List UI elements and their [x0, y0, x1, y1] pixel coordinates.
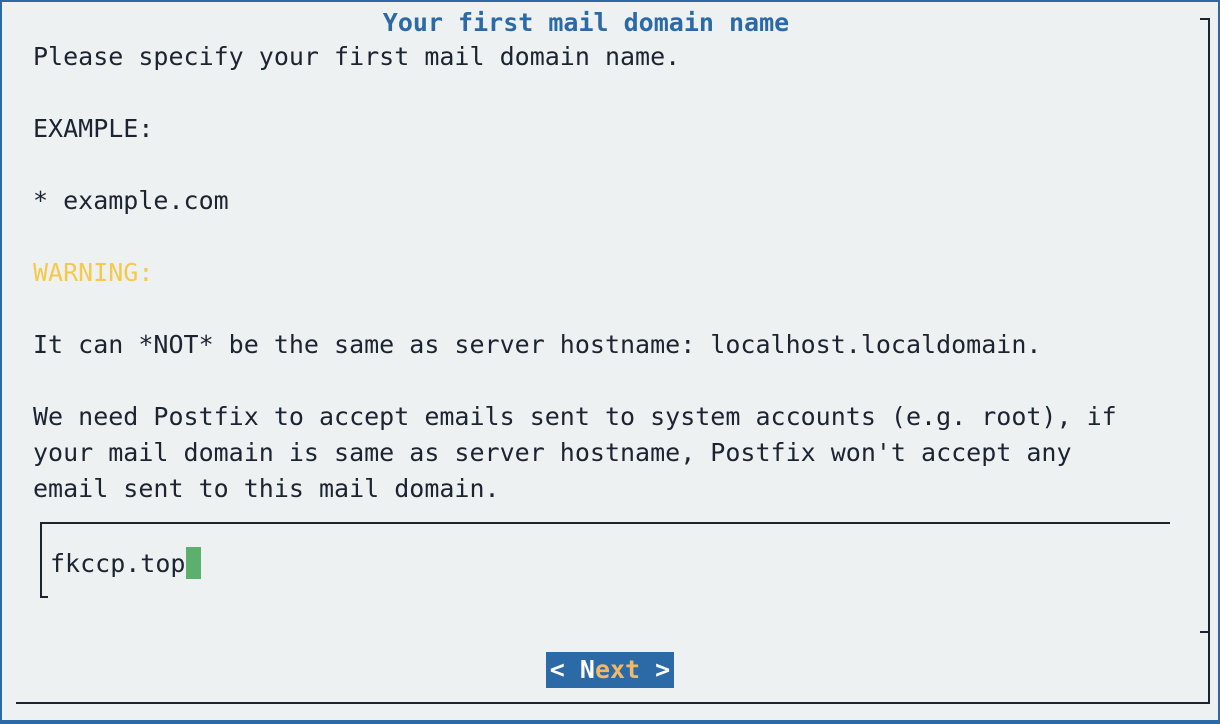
next-button-right-bracket: > [640, 655, 671, 684]
text-cursor [186, 547, 202, 579]
next-button-hotkey: N [579, 655, 595, 684]
input-frame-left [40, 522, 42, 598]
dialog-title: Your first mail domain name [2, 8, 1170, 38]
mail-domain-input[interactable]: fkccp.top [40, 522, 1170, 602]
example-item: * example.com [33, 186, 229, 215]
example-heading: EXAMPLE: [33, 114, 154, 143]
dialog-frame-top-right-tick [1200, 18, 1210, 20]
input-frame-top [40, 522, 1170, 524]
mail-domain-input-value: fkccp.top [50, 549, 186, 578]
explanation-line-1: We need Postfix to accept emails sent to… [33, 402, 1117, 431]
input-frame-bottom-tick [40, 596, 48, 598]
explanation-line-3: email sent to this mail domain. [33, 474, 500, 503]
next-button[interactable]: < Next > [546, 652, 674, 688]
hostname-note: It can *NOT* be the same as server hostn… [33, 330, 1042, 359]
mail-domain-dialog: Your first mail domain name Please speci… [2, 2, 1218, 720]
dialog-frame-right [1208, 18, 1210, 704]
intro-text: Please specify your first mail domain na… [33, 42, 681, 71]
warning-label: WARNING: [33, 258, 154, 287]
mail-domain-input-field[interactable]: fkccp.top [50, 547, 202, 579]
dialog-frame-mid-right-tick [1200, 631, 1210, 633]
explanation-line-2: your mail domain is same as server hostn… [33, 438, 1072, 467]
next-button-left-bracket: < [549, 655, 580, 684]
dialog-title-text: Your first mail domain name [376, 8, 796, 37]
next-button-label: ext [594, 655, 641, 684]
dialog-frame-bottom [16, 702, 1210, 704]
